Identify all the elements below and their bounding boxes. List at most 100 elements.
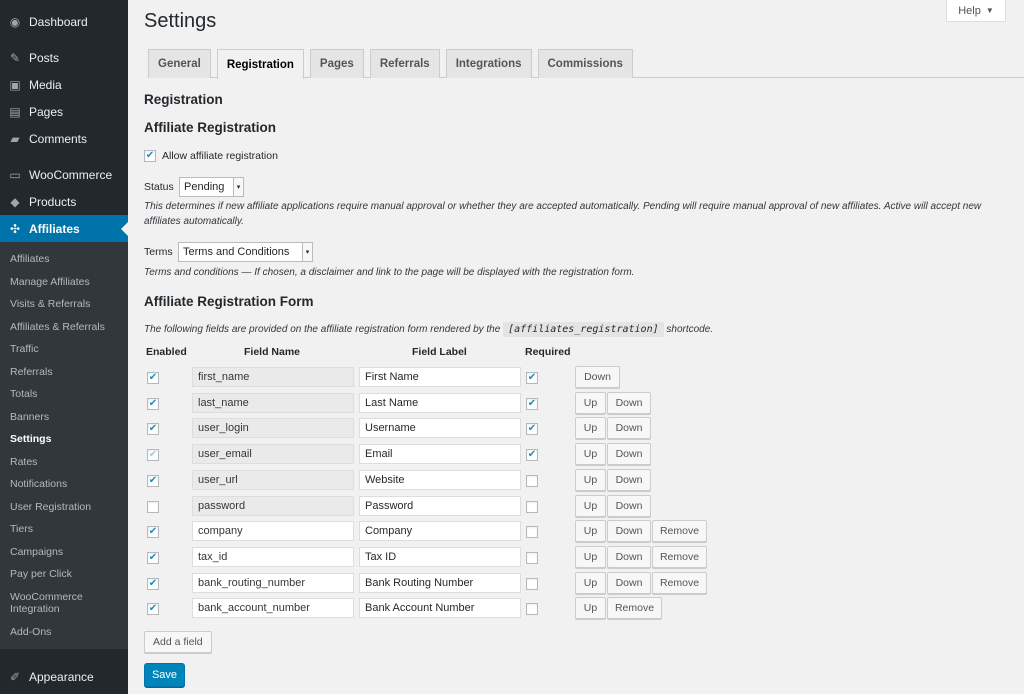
required-checkbox[interactable]: ✔	[526, 449, 538, 462]
table-row: password Password Up Down	[144, 494, 744, 518]
up-button[interactable]: Up	[575, 545, 606, 568]
field-name-input[interactable]: bank_account_number	[192, 598, 354, 619]
required-checkbox[interactable]	[526, 551, 538, 564]
submenu-campaigns[interactable]: Campaigns	[0, 541, 128, 564]
enabled-checkbox[interactable]: ✔	[147, 577, 159, 590]
required-checkbox[interactable]	[526, 577, 538, 590]
field-name-input[interactable]: tax_id	[192, 546, 354, 567]
settings-tabs: General Registration Pages Referrals Int…	[148, 49, 1024, 79]
submenu-add-ons[interactable]: Add-Ons	[0, 621, 128, 644]
up-button[interactable]: Up	[575, 571, 606, 594]
shortcode: [affiliates_registration]	[503, 322, 664, 337]
submenu-user-registration[interactable]: User Registration	[0, 496, 128, 519]
down-button[interactable]: Down	[607, 520, 651, 543]
menu-comments[interactable]: ▰ Comments	[0, 125, 128, 152]
terms-select[interactable]: Terms and Conditions ▾	[178, 242, 313, 262]
field-label-input[interactable]: Last Name	[359, 392, 521, 413]
down-button[interactable]: Down	[607, 571, 651, 594]
submenu-traffic[interactable]: Traffic	[0, 338, 128, 361]
field-label-input[interactable]: Bank Routing Number	[359, 572, 521, 593]
field-label-input[interactable]: Bank Account Number	[359, 598, 521, 619]
tab-commissions[interactable]: Commissions	[537, 49, 633, 78]
up-button[interactable]: Up	[575, 494, 606, 517]
submenu-totals[interactable]: Totals	[0, 383, 128, 406]
down-button[interactable]: Down	[607, 391, 651, 414]
remove-button[interactable]: Remove	[607, 597, 662, 620]
tab-pages[interactable]: Pages	[309, 49, 364, 78]
submenu-settings[interactable]: Settings	[0, 428, 128, 451]
enabled-checkbox[interactable]: ✔	[147, 526, 159, 539]
field-label-input[interactable]: First Name	[359, 367, 521, 387]
required-checkbox[interactable]	[526, 500, 538, 513]
submenu-visits-referrals[interactable]: Visits & Referrals	[0, 293, 128, 316]
required-checkbox[interactable]	[526, 603, 538, 616]
submenu-affiliates-referrals[interactable]: Affiliates & Referrals	[0, 316, 128, 339]
menu-posts[interactable]: ✎ Posts	[0, 44, 128, 71]
down-button[interactable]: Down	[575, 366, 620, 388]
row-actions: Up Down	[575, 443, 651, 466]
required-checkbox[interactable]: ✔	[526, 372, 538, 384]
required-checkbox[interactable]	[526, 474, 538, 487]
remove-button[interactable]: Remove	[652, 520, 707, 543]
field-label-input[interactable]: Password	[359, 495, 521, 516]
remove-button[interactable]: Remove	[652, 545, 707, 568]
submenu-tiers[interactable]: Tiers	[0, 518, 128, 541]
tab-referrals[interactable]: Referrals	[369, 49, 440, 78]
tab-integrations[interactable]: Integrations	[445, 49, 532, 78]
submenu-pay-per-click[interactable]: Pay per Click	[0, 563, 128, 586]
menu-products[interactable]: ◆ Products	[0, 188, 128, 215]
menu-affiliates[interactable]: ✣ Affiliates	[0, 215, 128, 242]
submenu-rates[interactable]: Rates	[0, 451, 128, 474]
up-button[interactable]: Up	[575, 443, 606, 466]
submenu-manage-affiliates[interactable]: Manage Affiliates	[0, 271, 128, 294]
enabled-checkbox[interactable]: ✔	[147, 372, 159, 384]
add-field-button[interactable]: Add a field	[144, 631, 212, 653]
enabled-checkbox[interactable]: ✔	[147, 474, 159, 487]
up-button[interactable]: Up	[575, 468, 606, 491]
submenu-affiliates[interactable]: Affiliates	[0, 248, 128, 271]
enabled-checkbox[interactable]: ✔	[147, 423, 159, 436]
save-button[interactable]: Save	[144, 663, 185, 687]
field-name-input[interactable]: company	[192, 521, 354, 542]
menu-appearance[interactable]: ✐ Appearance	[0, 663, 128, 690]
required-checkbox[interactable]: ✔	[526, 397, 538, 410]
enabled-checkbox[interactable]: ✔	[147, 449, 159, 462]
enabled-checkbox[interactable]: ✔	[147, 397, 159, 410]
down-button[interactable]: Down	[607, 545, 651, 568]
allow-registration-checkbox[interactable]: ✔	[144, 150, 156, 162]
down-button[interactable]: Down	[607, 494, 651, 517]
submenu-woocommerce-integration[interactable]: WooCommerce Integration	[0, 586, 100, 621]
enabled-checkbox[interactable]: ✔	[147, 603, 159, 616]
menu-dashboard[interactable]: ◉ Dashboard	[0, 8, 128, 35]
required-checkbox[interactable]: ✔	[526, 423, 538, 436]
status-select[interactable]: Pending ▾	[179, 177, 244, 197]
menu-woocommerce[interactable]: ▭ WooCommerce	[0, 161, 128, 188]
pages-icon: ▤	[9, 104, 21, 119]
down-button[interactable]: Down	[607, 468, 651, 491]
help-button[interactable]: Help ▼	[946, 0, 1006, 22]
required-checkbox[interactable]	[526, 526, 538, 539]
down-button[interactable]: Down	[607, 443, 651, 466]
menu-pages[interactable]: ▤ Pages	[0, 98, 128, 125]
field-name-input[interactable]: bank_routing_number	[192, 572, 354, 593]
field-label-input[interactable]: Tax ID	[359, 546, 521, 567]
field-label-input[interactable]: Email	[359, 444, 521, 465]
submenu-referrals[interactable]: Referrals	[0, 361, 128, 384]
submenu-notifications[interactable]: Notifications	[0, 473, 128, 496]
up-button[interactable]: Up	[575, 597, 606, 620]
field-label-input[interactable]: Website	[359, 469, 521, 490]
up-button[interactable]: Up	[575, 520, 606, 543]
tab-general[interactable]: General	[148, 49, 211, 78]
menu-media[interactable]: ▣ Media	[0, 71, 128, 98]
enabled-checkbox[interactable]: ✔	[147, 551, 159, 564]
field-label-input[interactable]: Company	[359, 521, 521, 542]
up-button[interactable]: Up	[575, 391, 606, 414]
chevron-down-icon: ▾	[302, 243, 312, 261]
remove-button[interactable]: Remove	[652, 571, 707, 594]
down-button[interactable]: Down	[607, 417, 651, 440]
up-button[interactable]: Up	[575, 417, 606, 440]
tab-registration[interactable]: Registration	[216, 49, 304, 79]
field-label-input[interactable]: Username	[359, 418, 521, 439]
enabled-checkbox[interactable]	[147, 500, 159, 513]
submenu-banners[interactable]: Banners	[0, 406, 128, 429]
